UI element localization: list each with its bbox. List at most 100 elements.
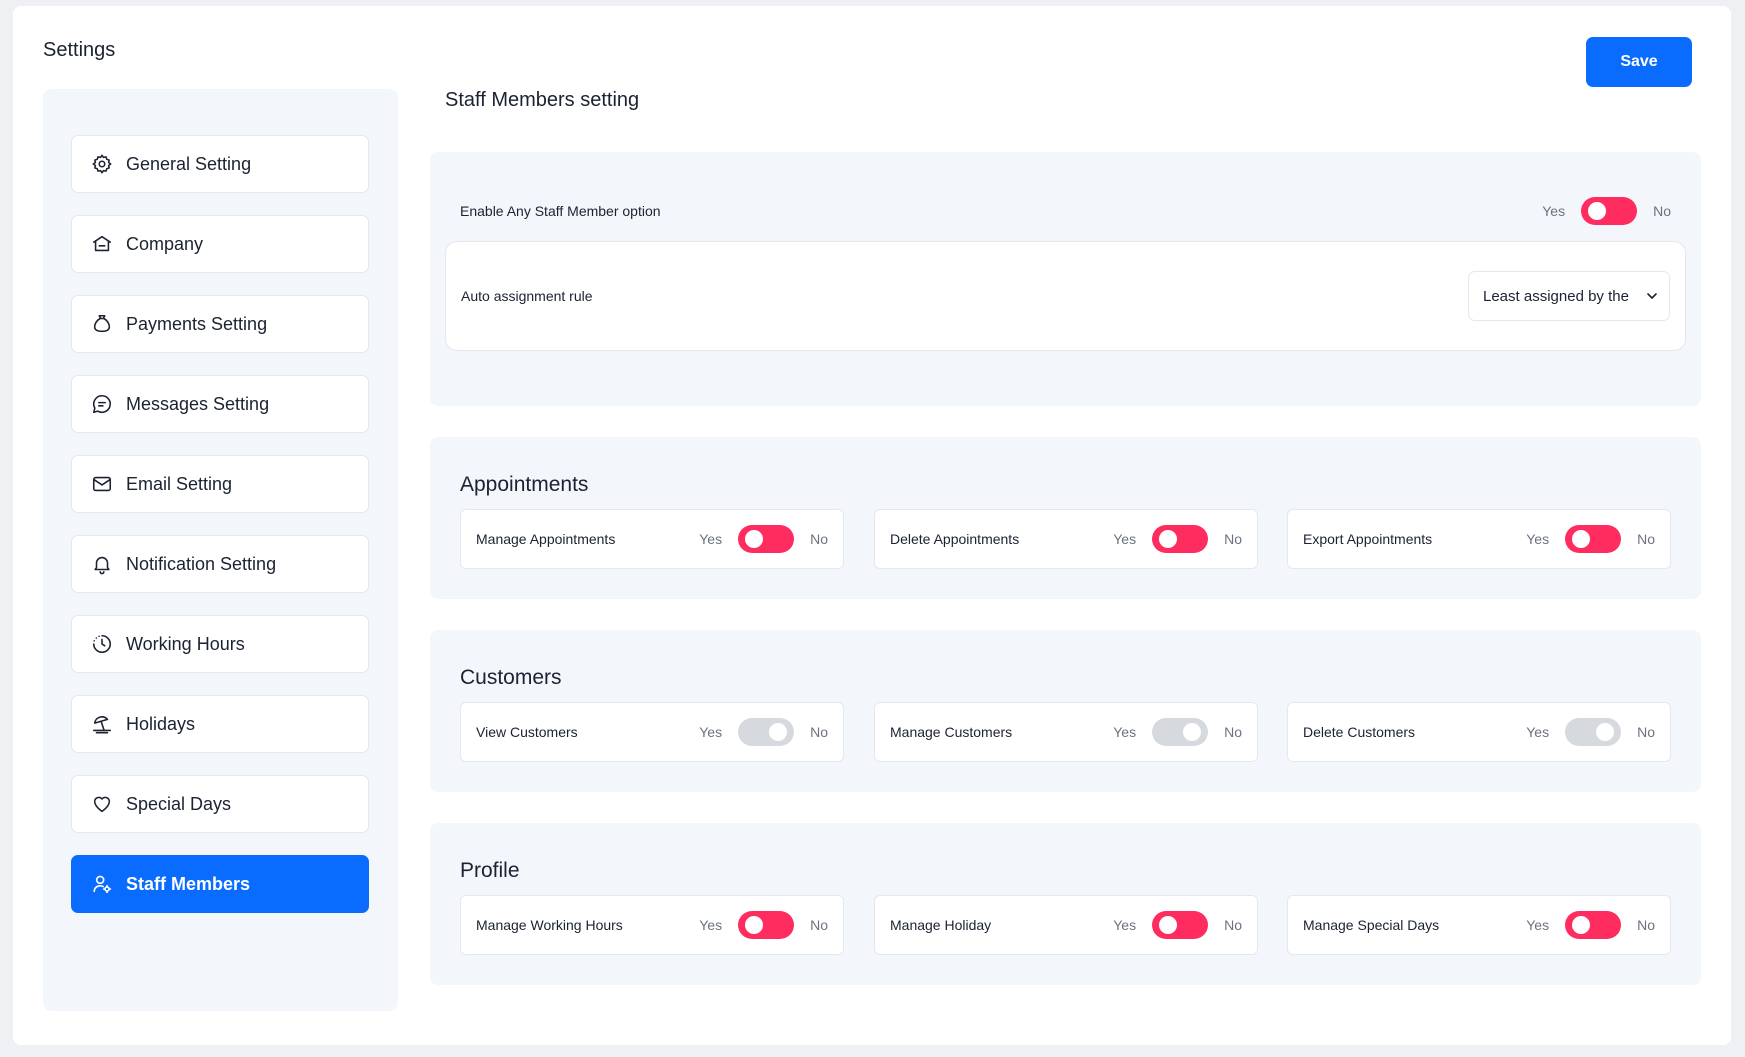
sidebar-item-label: Company [126, 233, 204, 254]
yes-label: Yes [1113, 917, 1137, 933]
sidebar-item-label: Staff Members [126, 873, 251, 894]
appointments-panel: Appointments Manage Appointments Yes No … [430, 437, 1701, 599]
toggle-group: Yes No [699, 525, 828, 553]
view-customers-card: View Customers Yes No [460, 702, 844, 762]
save-button[interactable]: Save [1586, 37, 1692, 87]
no-label: No [1653, 203, 1671, 219]
toggle-group: Yes No [1526, 718, 1655, 746]
no-label: No [810, 724, 828, 740]
yes-label: Yes [1526, 531, 1550, 547]
yes-label: Yes [1113, 531, 1137, 547]
sidebar-item-payments-setting[interactable]: Payments Setting [71, 295, 369, 353]
yes-label: Yes [1113, 724, 1137, 740]
toggle-group: Yes No [699, 911, 828, 939]
auto-assignment-label: Auto assignment rule [461, 288, 593, 304]
manage-appointments-card: Manage Appointments Yes No [460, 509, 844, 569]
page-title: Settings [43, 39, 116, 61]
profile-panel: Profile Manage Working Hours Yes No Mana… [430, 823, 1701, 985]
manage-working-hours-toggle[interactable] [738, 911, 795, 939]
permission-label: Manage Holiday [890, 917, 992, 933]
no-label: No [810, 531, 828, 547]
staff-general-panel: Enable Any Staff Member option Yes No Au… [430, 152, 1701, 406]
mail-icon [90, 472, 114, 496]
toggle-knob [1596, 723, 1615, 741]
permission-label: Manage Appointments [476, 531, 616, 547]
manage-special-days-card: Manage Special Days Yes No [1287, 895, 1671, 955]
permission-label: View Customers [476, 724, 578, 740]
permission-label: Delete Appointments [890, 531, 1020, 547]
gear-icon [90, 152, 114, 176]
delete-appointments-toggle[interactable] [1152, 525, 1209, 553]
no-label: No [1224, 917, 1242, 933]
sidebar-item-label: Messages Setting [126, 393, 270, 414]
yes-label: Yes [699, 724, 723, 740]
toggle-group: Yes No [1526, 525, 1655, 553]
sidebar-item-label: Payments Setting [126, 313, 268, 334]
export-appointments-toggle[interactable] [1565, 525, 1622, 553]
toggle-knob [745, 916, 764, 934]
delete-customers-toggle[interactable] [1565, 718, 1622, 746]
no-label: No [1637, 917, 1655, 933]
delete-customers-card: Delete Customers Yes No [1287, 702, 1671, 762]
sidebar-item-general-setting[interactable]: General Setting [71, 135, 369, 193]
manage-special-days-toggle[interactable] [1565, 911, 1622, 939]
chevron-down-icon [1645, 289, 1659, 303]
yes-label: Yes [1542, 203, 1566, 219]
permission-label: Export Appointments [1303, 531, 1433, 547]
sidebar-item-email-setting[interactable]: Email Setting [71, 455, 369, 513]
enable-any-staff-label: Enable Any Staff Member option [460, 203, 661, 219]
no-label: No [1224, 724, 1242, 740]
toggle-group: Yes No [699, 718, 828, 746]
profile-heading: Profile [460, 859, 520, 882]
no-label: No [1637, 724, 1655, 740]
sidebar-item-holidays[interactable]: Holidays [71, 695, 369, 753]
sidebar-item-label: Working Hours [126, 633, 245, 654]
sidebar-item-label: Notification Setting [126, 553, 277, 574]
sidebar-item-staff-members[interactable]: Staff Members [71, 855, 369, 913]
sidebar-item-special-days[interactable]: Special Days [71, 775, 369, 833]
toggle-group: Yes No [1113, 911, 1242, 939]
settings-card: Settings Save General Setting Company Pa… [13, 6, 1731, 1045]
toggle-knob [769, 723, 788, 741]
no-label: No [810, 917, 828, 933]
permission-label: Delete Customers [1303, 724, 1416, 740]
toggle-knob [1572, 916, 1591, 934]
sidebar-item-notification-setting[interactable]: Notification Setting [71, 535, 369, 593]
view-customers-toggle[interactable] [738, 718, 795, 746]
sidebar-item-messages-setting[interactable]: Messages Setting [71, 375, 369, 433]
auto-assignment-box: Auto assignment rule Least assigned by t… [445, 241, 1686, 351]
permission-label: Manage Special Days [1303, 917, 1440, 933]
permission-label: Manage Working Hours [476, 917, 623, 933]
toggle-knob [1588, 202, 1607, 220]
delete-appointments-card: Delete Appointments Yes No [874, 509, 1258, 569]
heart-icon [90, 792, 114, 816]
sidebar-item-company[interactable]: Company [71, 215, 369, 273]
no-label: No [1224, 531, 1242, 547]
manage-holiday-toggle[interactable] [1152, 911, 1209, 939]
customers-panel: Customers View Customers Yes No Manage C… [430, 630, 1701, 792]
beach-icon [90, 712, 114, 736]
bell-icon [90, 552, 114, 576]
money-bag-icon [90, 312, 114, 336]
manage-working-hours-card: Manage Working Hours Yes No [460, 895, 844, 955]
permission-label: Manage Customers [890, 724, 1013, 740]
sidebar-item-label: Holidays [126, 713, 196, 734]
manage-holiday-card: Manage Holiday Yes No [874, 895, 1258, 955]
toggle-knob [1159, 916, 1178, 934]
enable-any-staff-toggle[interactable] [1581, 197, 1638, 225]
yes-label: Yes [1526, 724, 1550, 740]
sidebar-item-working-hours[interactable]: Working Hours [71, 615, 369, 673]
toggle-group: Yes No [1113, 525, 1242, 553]
auto-assignment-value: Least assigned by the [1483, 287, 1629, 305]
manage-appointments-toggle[interactable] [738, 525, 795, 553]
clock-icon [90, 632, 114, 656]
sidebar-item-label: Special Days [126, 793, 232, 814]
manage-customers-toggle[interactable] [1152, 718, 1209, 746]
toggle-group: Yes No [1113, 718, 1242, 746]
building-icon [90, 232, 114, 256]
toggle-group: Yes No [1526, 911, 1655, 939]
enable-any-staff-row: Enable Any Staff Member option Yes No [460, 196, 1671, 226]
chat-icon [90, 392, 114, 416]
auto-assignment-select[interactable]: Least assigned by the [1468, 271, 1670, 321]
export-appointments-card: Export Appointments Yes No [1287, 509, 1671, 569]
